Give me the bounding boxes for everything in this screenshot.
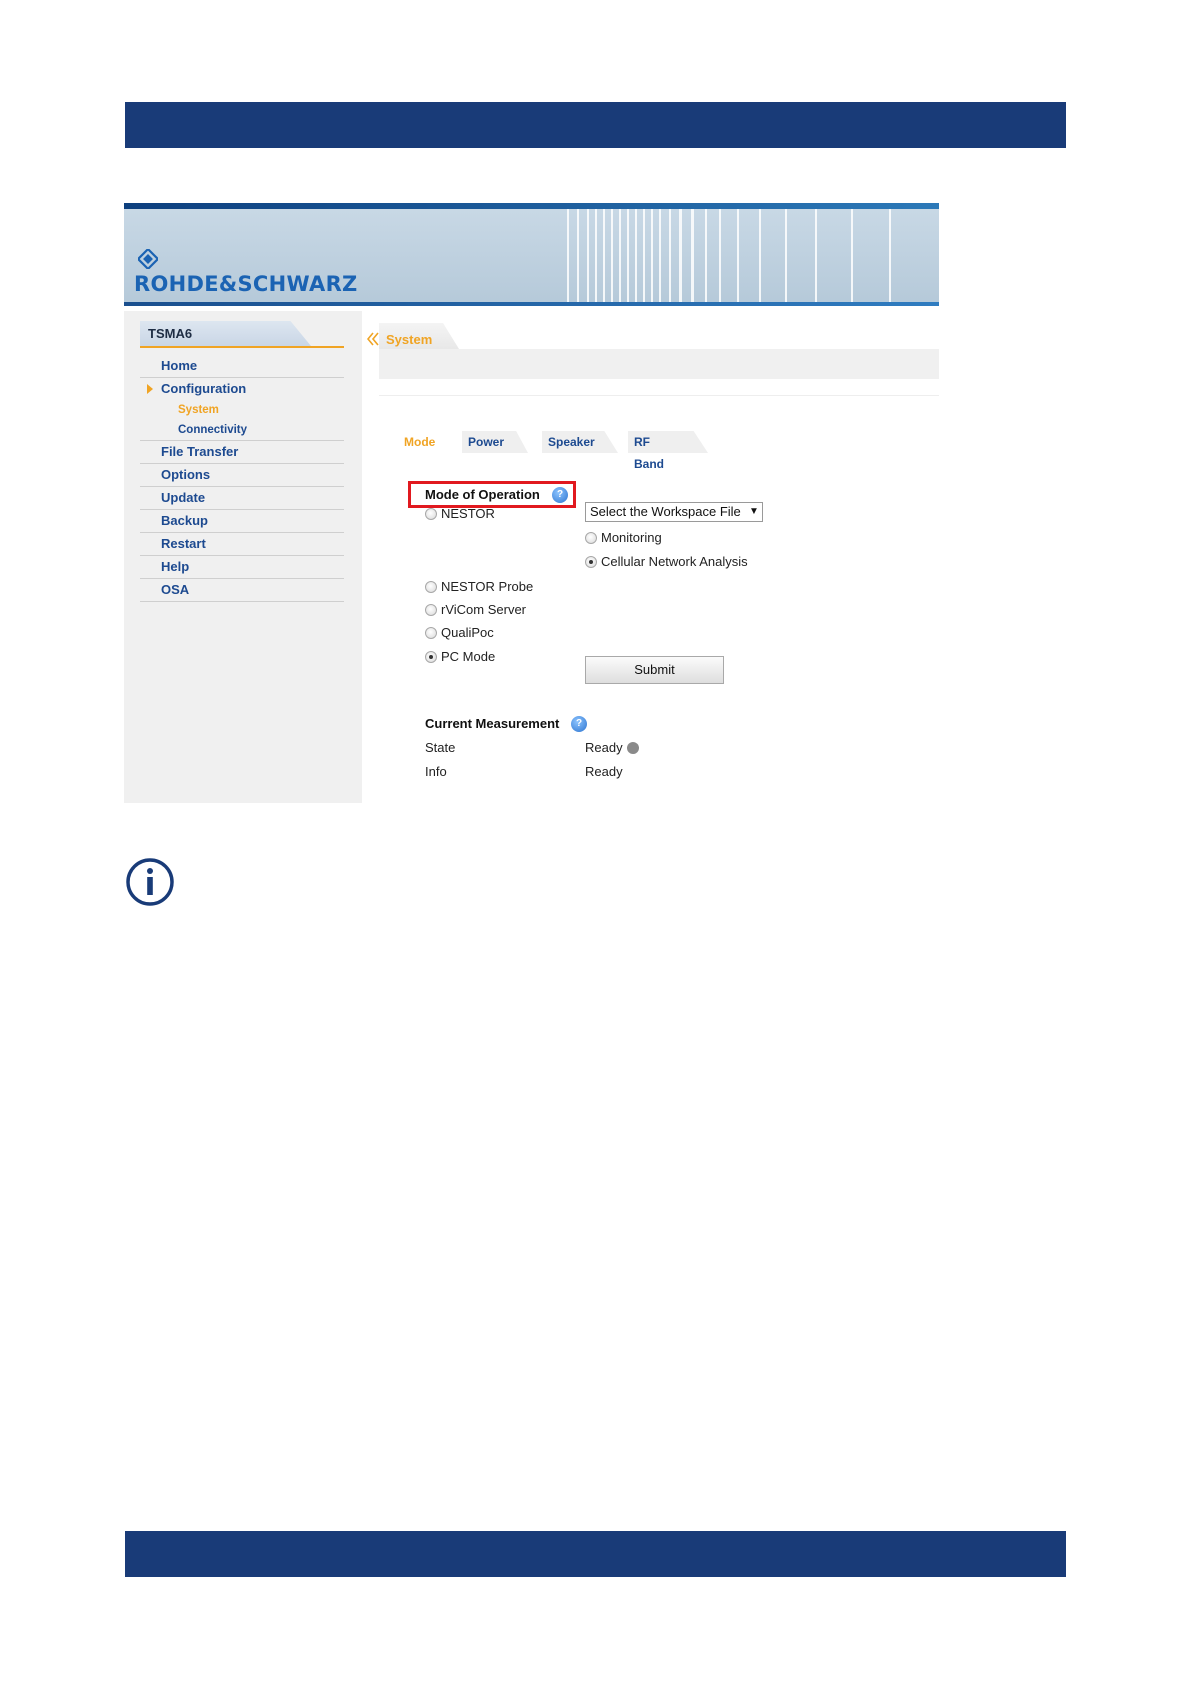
divider xyxy=(379,395,939,396)
radio-button[interactable] xyxy=(425,580,437,593)
status-dot-icon xyxy=(626,741,639,754)
nav-item-configuration[interactable]: Configuration xyxy=(140,378,344,400)
radio-cellular-label: Cellular Network Analysis xyxy=(601,554,748,569)
radio-button-checked[interactable] xyxy=(425,650,437,663)
radio-qualipoc-label: QualiPoc xyxy=(441,625,494,640)
radio-button[interactable] xyxy=(425,626,437,639)
nav-item-update[interactable]: Update xyxy=(140,487,344,510)
state-label: State xyxy=(425,740,456,755)
info-icon xyxy=(126,858,174,906)
left-nav: TSMA6 Home Configuration System Connecti… xyxy=(124,311,362,803)
submit-button[interactable]: Submit xyxy=(585,656,724,684)
radio-monitoring-label: Monitoring xyxy=(601,530,662,545)
nav-item-backup[interactable]: Backup xyxy=(140,510,344,533)
radio-button[interactable] xyxy=(425,507,437,520)
tab-power[interactable]: Power xyxy=(462,431,528,453)
tab-mode-label: Mode xyxy=(404,435,436,449)
radio-rvicom-label: rViCom Server xyxy=(441,602,527,617)
double-chevron-left-icon[interactable] xyxy=(367,332,379,346)
tab-power-label: Power xyxy=(468,435,505,449)
header-banner: ROHDE&SCHWARZ xyxy=(124,203,939,306)
rs-diamond-icon xyxy=(138,249,158,269)
device-name: TSMA6 xyxy=(148,326,193,341)
tab-speaker-label: Speaker xyxy=(548,435,595,449)
triangle-right-icon xyxy=(147,384,153,394)
info-value: Ready xyxy=(585,764,623,779)
section-title: System xyxy=(386,332,433,347)
current-measurement-heading: Current Measurement xyxy=(425,716,560,731)
info-label: Info xyxy=(425,764,447,779)
radio-pc-mode[interactable]: PC Mode xyxy=(425,648,495,666)
workspace-file-select[interactable]: Select the Workspace File ▼ xyxy=(585,502,763,522)
banner-stripes xyxy=(567,209,891,302)
radio-qualipoc[interactable]: QualiPoc xyxy=(425,624,494,642)
dropdown-arrow-icon[interactable]: ▼ xyxy=(746,503,762,521)
radio-button[interactable] xyxy=(585,531,597,544)
help-icon[interactable]: ? xyxy=(571,716,587,732)
nav-item-restart[interactable]: Restart xyxy=(140,533,344,556)
nav-item-home[interactable]: Home xyxy=(140,355,344,378)
radio-nestor[interactable]: NESTOR xyxy=(425,505,495,523)
radio-rvicom-server[interactable]: rViCom Server xyxy=(425,601,526,619)
nav-list: Home Configuration System Connectivity F… xyxy=(140,355,344,602)
radio-nestor-probe-label: NESTOR Probe xyxy=(441,579,534,594)
radio-button[interactable] xyxy=(425,603,437,616)
nav-item-osa[interactable]: OSA xyxy=(140,579,344,602)
nav-subitem-system[interactable]: System xyxy=(140,400,344,420)
device-tab: TSMA6 xyxy=(140,321,311,346)
page-header-bar xyxy=(125,102,1066,148)
logo-wordmark: ROHDE&SCHWARZ xyxy=(134,272,358,296)
section-bar xyxy=(379,349,939,379)
main-content: System Mode Power Speaker RF Band Mode o… xyxy=(362,311,939,803)
page-footer-bar xyxy=(125,1531,1066,1577)
tab-rf-band[interactable]: RF Band xyxy=(628,431,708,471)
radio-monitoring[interactable]: Monitoring xyxy=(585,529,662,547)
workspace-file-select-value: Select the Workspace File xyxy=(590,504,741,519)
radio-pc-mode-label: PC Mode xyxy=(441,649,496,664)
nav-subitem-connectivity[interactable]: Connectivity xyxy=(140,420,344,441)
tab-mode[interactable]: Mode xyxy=(398,431,435,453)
help-icon[interactable]: ? xyxy=(552,487,568,503)
device-underline xyxy=(140,346,344,348)
radio-nestor-label: NESTOR xyxy=(441,506,495,521)
nav-item-configuration-label: Configuration xyxy=(161,381,247,396)
banner-bottom-line xyxy=(124,302,939,306)
radio-button-checked[interactable] xyxy=(585,555,597,568)
nav-item-help[interactable]: Help xyxy=(140,556,344,579)
tab-speaker[interactable]: Speaker xyxy=(542,431,618,453)
web-ui-screenshot: ROHDE&SCHWARZ TSMA6 Home Configuration S… xyxy=(124,203,939,803)
state-value: Ready xyxy=(585,740,639,755)
radio-nestor-probe[interactable]: NESTOR Probe xyxy=(425,578,533,596)
state-value-text: Ready xyxy=(585,740,623,755)
nav-item-file-transfer[interactable]: File Transfer xyxy=(140,441,344,464)
radio-cellular-network-analysis[interactable]: Cellular Network Analysis xyxy=(585,553,748,571)
nav-item-options[interactable]: Options xyxy=(140,464,344,487)
mode-of-operation-heading: Mode of Operation xyxy=(425,487,540,502)
